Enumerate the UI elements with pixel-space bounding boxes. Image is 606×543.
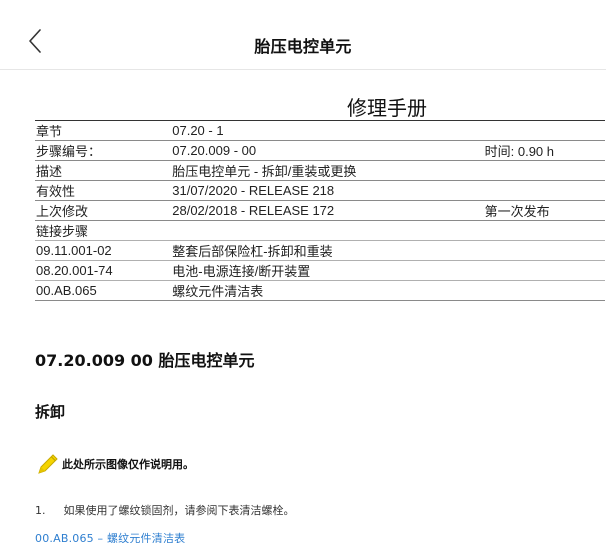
page-title: 胎压电控单元 <box>254 37 352 56</box>
row-value: 07.20 - 1 <box>171 120 484 141</box>
linked-step-row[interactable]: 08.20.001-74 电池-电源连接/断开装置 <box>35 260 605 281</box>
linked-step-description: 螺纹元件清洁表 <box>171 280 484 301</box>
linked-step-code: 00.AB.065 <box>35 280 172 301</box>
row-extra: 时间: 0.90 h <box>483 140 605 161</box>
row-value: 28/02/2018 - RELEASE 172 <box>171 200 484 221</box>
manual-title: 修理手册 <box>347 96 427 120</box>
linked-step-extra <box>483 280 605 301</box>
thread-cleaning-table-link[interactable]: 00.AB.065 – 螺纹元件清洁表 <box>35 530 185 543</box>
row-extra <box>483 120 605 141</box>
row-extra: 第一次发布 <box>483 200 605 221</box>
row-label: 步骤编号： <box>35 140 172 161</box>
subsection-title: 拆卸 <box>35 403 66 421</box>
note-text: 此处所示图像仅作说明用。 <box>62 458 194 471</box>
linked-step-code: 08.20.001-74 <box>35 260 172 281</box>
row-value <box>171 220 484 241</box>
illustration-note: 此处所示图像仅作说明用。 <box>36 452 194 476</box>
linked-step-description: 电池-电源连接/断开装置 <box>171 260 484 281</box>
row-label: 有效性 <box>35 180 172 201</box>
table-row: 链接步骤 <box>35 220 605 241</box>
linked-step-extra <box>483 260 605 281</box>
table-row: 描述 胎压电控单元 - 拆卸/重装或更换 <box>35 160 605 181</box>
row-value: 31/07/2020 - RELEASE 218 <box>171 180 484 201</box>
row-label: 上次修改 <box>35 200 172 221</box>
row-value: 胎压电控单元 - 拆卸/重装或更换 <box>171 160 484 181</box>
procedure-info-table: 章节 07.20 - 1 步骤编号： 07.20.009 - 00 时间: 0.… <box>35 120 605 301</box>
row-label: 链接步骤 <box>35 220 172 241</box>
row-extra <box>483 180 605 201</box>
linked-step-extra <box>483 240 605 261</box>
linked-step-row[interactable]: 09.11.001-02 整套后部保险杠-拆卸和重装 <box>35 240 605 261</box>
linked-step-description: 整套后部保险杠-拆卸和重装 <box>171 240 484 261</box>
row-extra <box>483 160 605 181</box>
step-item: 1. 如果使用了螺纹锁固剂，请参阅下表清洁螺栓。 <box>35 502 295 518</box>
step-text: 如果使用了螺纹锁固剂，请参阅下表清洁螺栓。 <box>63 504 295 517</box>
pencil-icon <box>36 452 60 476</box>
table-row: 有效性 31/07/2020 - RELEASE 218 <box>35 180 605 201</box>
section-title: 07.20.009 00 胎压电控单元 <box>35 351 255 370</box>
step-number: 1. <box>35 504 46 517</box>
table-row: 章节 07.20 - 1 <box>35 120 605 141</box>
row-extra <box>483 220 605 241</box>
row-value: 07.20.009 - 00 <box>171 140 484 161</box>
linked-step-code: 09.11.001-02 <box>35 240 172 261</box>
row-label: 章节 <box>35 120 172 141</box>
row-label: 描述 <box>35 160 172 181</box>
linked-step-row[interactable]: 00.AB.065 螺纹元件清洁表 <box>35 280 605 301</box>
repair-manual-page: 胎压电控单元 修理手册 章节 07.20 - 1 步骤编号： 07.20.009… <box>0 0 606 543</box>
navigation-bar: 胎压电控单元 <box>0 0 606 70</box>
table-row: 上次修改 28/02/2018 - RELEASE 172 第一次发布 <box>35 200 605 221</box>
table-row: 步骤编号： 07.20.009 - 00 时间: 0.90 h <box>35 140 605 161</box>
